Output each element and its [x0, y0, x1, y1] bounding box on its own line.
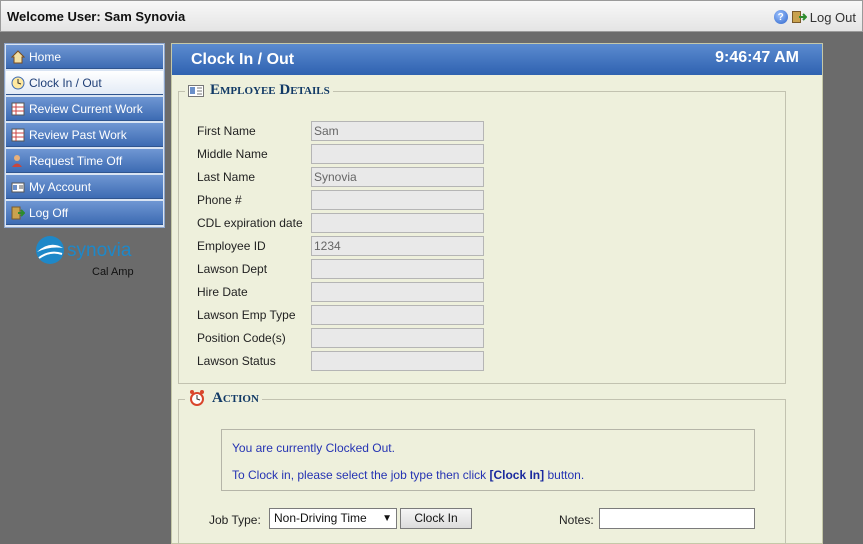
status-message-box: You are currently Clocked Out. To Clock …	[221, 429, 755, 491]
lawson-emp-type-label: Lawson Emp Type	[197, 308, 296, 322]
sidebar-item-label: Request Time Off	[29, 153, 123, 168]
sidebar-item-log-off[interactable]: Log Off	[6, 201, 163, 225]
main-header: Clock In / Out 9:46:47 AM	[172, 44, 822, 75]
logoff-icon	[11, 206, 25, 219]
grid-icon	[11, 128, 25, 141]
clock-in-button[interactable]: Clock In	[400, 508, 472, 529]
action-section: Action You are currently Clocked Out. To…	[178, 389, 786, 544]
sidebar-item-review-current-work[interactable]: Review Current Work	[6, 97, 163, 121]
person-icon	[12, 154, 22, 167]
welcome-text: Welcome User: Sam Synovia	[7, 9, 186, 24]
svg-text:synovia: synovia	[67, 240, 132, 261]
sidebar-item-request-time-off[interactable]: Request Time Off	[6, 149, 163, 173]
first-name-field: Sam	[311, 121, 484, 141]
sidebar-item-my-account[interactable]: My Account	[6, 175, 163, 199]
sidebar-item-label: My Account	[29, 179, 92, 194]
home-icon	[11, 49, 25, 63]
help-icon[interactable]: ?	[773, 10, 788, 24]
clock-in-out-icon	[11, 76, 25, 89]
lawson-status-field	[311, 351, 484, 371]
chevron-down-icon: ▼	[382, 513, 392, 524]
lawson-emp-type-field	[311, 305, 484, 325]
sidebar-item-home[interactable]: Home	[6, 45, 163, 69]
grid-icon	[11, 102, 25, 115]
employee-details-legend: Employee Details	[185, 82, 333, 99]
action-legend: Action	[185, 389, 262, 407]
notes-input[interactable]	[599, 508, 755, 529]
middle-name-field	[311, 144, 484, 164]
logout-icon	[791, 11, 807, 23]
sidebar-item-label: Clock In / Out	[29, 75, 102, 90]
sidebar: Home Clock In / Out Review Current Work …	[4, 43, 165, 228]
lawson-status-label: Lawson Status	[197, 354, 276, 368]
hire-date-field	[311, 282, 484, 302]
job-type-label: Job Type:	[209, 513, 261, 527]
last-name-field: Synovia	[311, 167, 484, 187]
hire-date-label: Hire Date	[197, 285, 248, 299]
sidebar-item-label: Review Past Work	[29, 127, 127, 142]
logout-link[interactable]: ? Log Out	[773, 9, 856, 25]
sidebar-item-clock-in-out[interactable]: Clock In / Out	[6, 71, 163, 95]
company-logo: synovia Cal Amp	[34, 234, 144, 291]
main-panel: Clock In / Out 9:46:47 AM Employee Detai…	[171, 43, 823, 544]
notes-label: Notes:	[559, 513, 594, 527]
employee-details-section: Employee Details First Name Sam Middle N…	[178, 82, 786, 384]
middle-name-label: Middle Name	[197, 147, 268, 161]
id-card-icon	[188, 84, 204, 97]
lawson-dept-label: Lawson Dept	[197, 262, 268, 276]
clock-status-text: You are currently Clocked Out.	[232, 441, 395, 455]
svg-text:Cal Amp: Cal Amp	[92, 266, 134, 278]
sidebar-item-label: Home	[29, 49, 62, 64]
alarm-clock-icon	[190, 390, 204, 406]
lawson-dept-field	[311, 259, 484, 279]
employee-id-field: 1234	[311, 236, 484, 256]
position-codes-field	[311, 328, 484, 348]
logout-label[interactable]: Log Out	[810, 10, 856, 25]
cdl-expiration-field	[311, 213, 484, 233]
cdl-expiration-label: CDL expiration date	[197, 216, 303, 230]
sidebar-item-label: Review Current Work	[29, 101, 143, 116]
synovia-logo: synovia Cal Amp	[36, 236, 134, 291]
last-name-label: Last Name	[197, 170, 256, 184]
first-name-label: First Name	[197, 124, 256, 138]
employee-id-label: Employee ID	[197, 239, 266, 253]
sidebar-item-review-past-work[interactable]: Review Past Work	[6, 123, 163, 147]
job-type-select[interactable]: Non-Driving Time ▼	[269, 508, 397, 529]
position-codes-label: Position Code(s)	[197, 331, 286, 345]
phone-label: Phone #	[197, 193, 242, 207]
top-bar: Welcome User: Sam Synovia ? Log Out	[0, 0, 863, 32]
page-title: Clock In / Out	[191, 51, 295, 68]
current-time: 9:46:47 AM	[715, 49, 799, 66]
id-card-icon	[11, 182, 25, 192]
sidebar-item-label: Log Off	[29, 205, 69, 220]
clock-instruction-text: To Clock in, please select the job type …	[232, 468, 585, 482]
phone-field	[311, 190, 484, 210]
